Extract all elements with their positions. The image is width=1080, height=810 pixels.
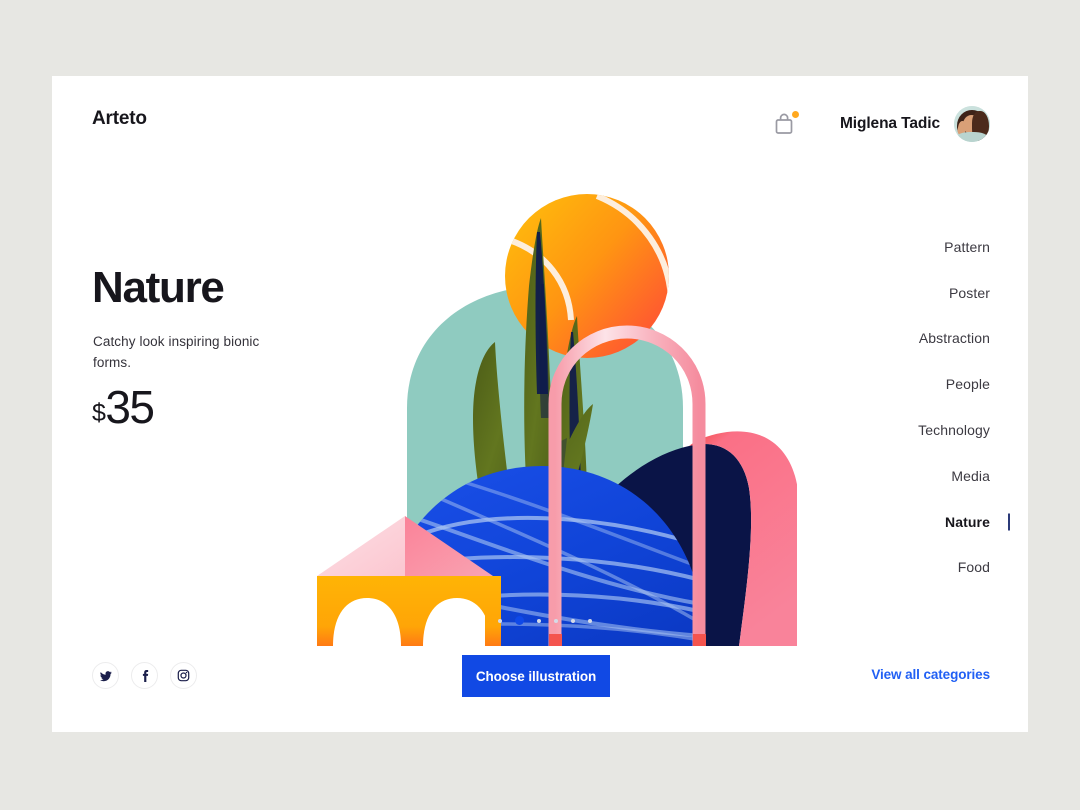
carousel-dots	[52, 616, 1028, 625]
yellow-block-arches	[317, 576, 501, 646]
instagram-icon[interactable]	[170, 662, 197, 689]
active-indicator	[1008, 513, 1010, 531]
category-label: Technology	[918, 422, 990, 439]
carousel-dot[interactable]	[571, 618, 575, 623]
avatar-shoulders	[956, 132, 988, 142]
facebook-icon[interactable]	[131, 662, 158, 689]
cart-badge-dot	[791, 111, 799, 118]
category-label: Pattern	[944, 238, 990, 255]
choose-illustration-button[interactable]: Choose illustration	[462, 655, 610, 697]
category-nav: Pattern Poster Abstraction People Techno…	[918, 224, 1010, 591]
category-item-pattern[interactable]: Pattern	[944, 224, 990, 270]
price-currency: $	[92, 399, 106, 427]
category-item-food[interactable]: Food	[958, 545, 990, 591]
price-amount: 35	[105, 381, 155, 433]
user-name[interactable]: Miglena Tadic	[840, 115, 940, 133]
view-all-categories-link[interactable]: View all categories	[871, 667, 990, 682]
nature-abstract-illustration	[297, 136, 797, 646]
category-label: Poster	[948, 284, 990, 301]
carousel-dot[interactable]	[537, 618, 541, 623]
twitter-icon[interactable]	[92, 662, 119, 689]
header-actions: Miglena Tadic	[772, 106, 990, 142]
carousel-dot[interactable]	[588, 618, 592, 623]
shopping-bag-icon[interactable]	[772, 111, 799, 137]
category-label: Abstraction	[918, 330, 990, 347]
social-links	[92, 662, 197, 689]
category-label: Nature	[945, 513, 990, 530]
carousel-dot[interactable]	[554, 618, 558, 623]
category-label: Food	[957, 559, 990, 576]
category-label: Media	[951, 467, 990, 484]
category-item-abstraction[interactable]: Abstraction	[919, 316, 990, 362]
screen: Arteto Miglena Tadic Nature Catchy look …	[0, 0, 1080, 810]
carousel-dot-active[interactable]	[515, 616, 524, 625]
brand-logo[interactable]: Arteto	[92, 108, 147, 130]
category-item-media[interactable]: Media	[951, 453, 990, 499]
hero-subtitle: Catchy look inspiring bionic forms.	[93, 334, 260, 370]
main-card: Arteto Miglena Tadic Nature Catchy look …	[52, 76, 1028, 732]
category-item-poster[interactable]: Poster	[949, 270, 990, 316]
category-item-nature[interactable]: Nature	[945, 499, 1010, 545]
category-item-technology[interactable]: Technology	[918, 407, 990, 453]
category-item-people[interactable]: People	[946, 361, 990, 407]
category-label: People	[945, 376, 990, 393]
price: $ 35	[92, 381, 155, 433]
carousel-dot[interactable]	[498, 618, 502, 623]
page-title: Nature	[92, 263, 225, 312]
avatar[interactable]	[954, 106, 990, 142]
